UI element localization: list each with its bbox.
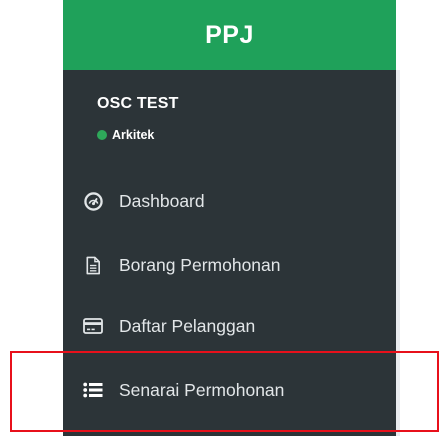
sidebar-item-borang-permohonan[interactable]: Borang Permohonan [63,245,396,285]
user-role: Arkitek [97,128,179,142]
sidebar-item-label: Borang Permohonan [119,254,281,275]
user-panel: OSC TEST Arkitek [97,95,179,142]
sidebar-item-senarai-permohonan[interactable]: Senarai Permohonan [63,370,396,410]
credit-card-icon [83,316,103,336]
sidebar: PPJ OSC TEST Arkitek Dashboard Borang Pe… [63,0,396,436]
online-status-icon [97,130,107,140]
sidebar-item-label: Daftar Pelanggan [119,315,256,336]
user-role-label: Arkitek [112,128,155,142]
content-area-edge [396,70,400,436]
brand-title: PPJ [205,20,254,49]
sidebar-item-label: Dashboard [119,190,205,211]
brand-header[interactable]: PPJ [63,0,396,70]
sidebar-item-label: Senarai Permohonan [119,379,285,400]
list-icon [83,380,103,400]
sidebar-item-dashboard[interactable]: Dashboard [63,181,396,221]
document-icon [83,255,103,275]
sidebar-item-daftar-pelanggan[interactable]: Daftar Pelanggan [63,306,396,346]
dashboard-gauge-icon [83,191,103,211]
user-name: OSC TEST [97,95,179,112]
